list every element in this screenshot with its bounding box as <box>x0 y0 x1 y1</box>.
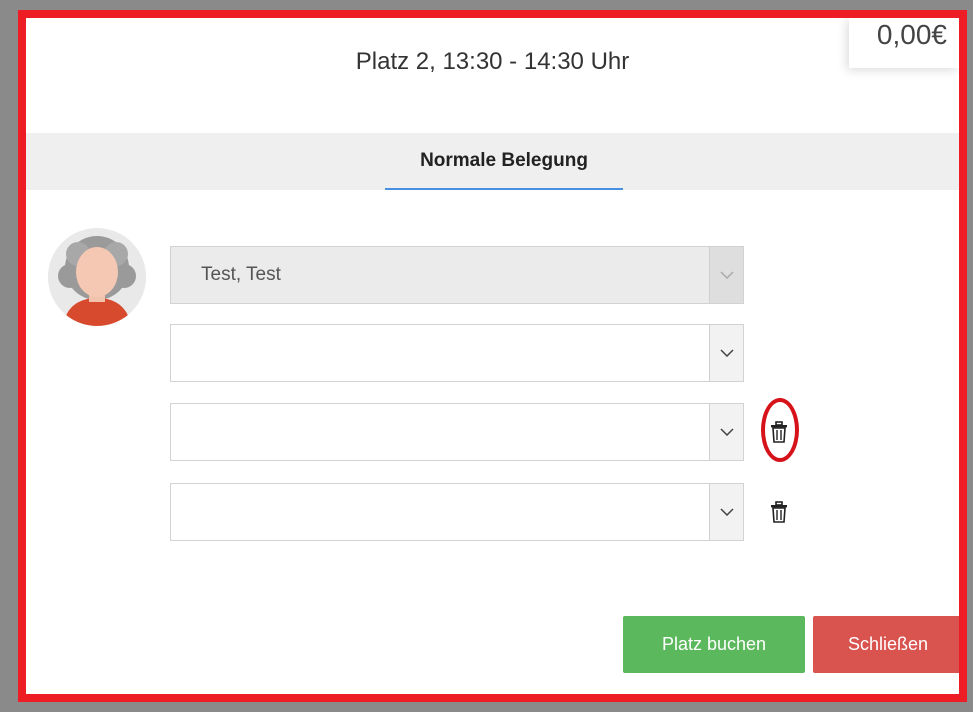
chevron-down-icon[interactable] <box>709 325 743 381</box>
player-select-1: Test, Test <box>170 246 744 304</box>
close-button[interactable]: Schließen <box>813 616 959 673</box>
player-select-4[interactable] <box>170 483 744 541</box>
highlight-circle <box>761 398 799 462</box>
chevron-down-icon[interactable] <box>709 404 743 460</box>
user-avatar-icon <box>48 228 146 326</box>
chevron-down-icon <box>709 247 743 303</box>
player-select-3[interactable] <box>170 403 744 461</box>
tab-normal-booking[interactable]: Normale Belegung <box>385 133 623 190</box>
player-select-value: Test, Test <box>201 264 281 285</box>
chevron-down-icon[interactable] <box>709 484 743 540</box>
trash-icon[interactable] <box>767 498 791 526</box>
booking-dialog: 0,00€ Platz 2, 13:30 - 14:30 Uhr Normale… <box>18 10 967 702</box>
tab-bar: Normale Belegung <box>26 133 959 190</box>
book-court-button[interactable]: Platz buchen <box>623 616 805 673</box>
player-select-2[interactable] <box>170 324 744 382</box>
dialog-title: Platz 2, 13:30 - 14:30 Uhr <box>355 48 630 75</box>
